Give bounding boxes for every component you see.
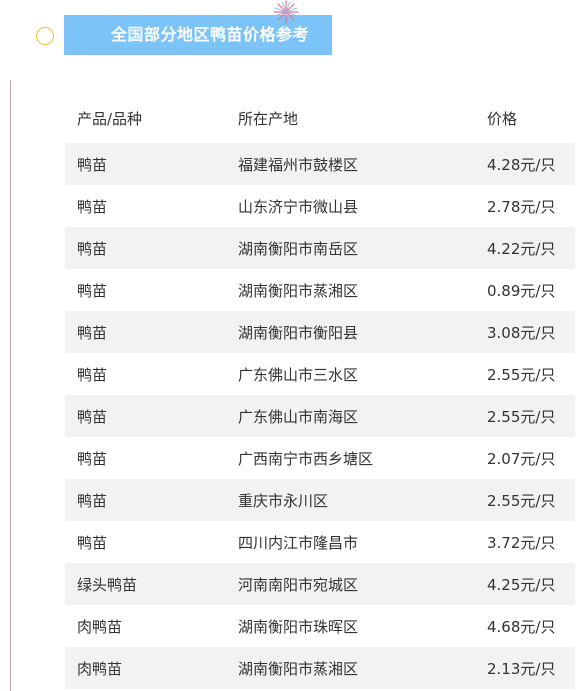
header: 全国部分地区鸭苗价格参考 bbox=[0, 0, 576, 70]
product-cell: 鸭苗 bbox=[77, 365, 108, 384]
price-cell: 2.13元/只 bbox=[487, 659, 556, 678]
table-row: 鸭苗 广西南宁市西乡塘区 2.07元/只 bbox=[65, 437, 575, 479]
product-cell: 鸭苗 bbox=[77, 281, 108, 300]
side-divider-line bbox=[10, 80, 11, 691]
table-header-row: 产品/品种 所在产地 价格 bbox=[65, 97, 575, 139]
origin-cell: 湖南衡阳市蒸湘区 bbox=[238, 281, 359, 300]
price-cell: 2.55元/只 bbox=[487, 407, 556, 426]
origin-cell: 湖南衡阳市珠晖区 bbox=[238, 617, 359, 636]
product-cell: 肉鸭苗 bbox=[77, 659, 123, 678]
page-title: 全国部分地区鸭苗价格参考 bbox=[111, 25, 310, 44]
origin-cell: 河南南阳市宛城区 bbox=[238, 575, 359, 594]
circle-decoration-icon bbox=[36, 27, 54, 45]
product-cell: 鸭苗 bbox=[77, 407, 108, 426]
origin-cell: 湖南衡阳市南岳区 bbox=[238, 239, 359, 258]
origin-cell: 湖南衡阳市蒸湘区 bbox=[238, 659, 359, 678]
header-origin: 所在产地 bbox=[238, 109, 299, 128]
origin-cell: 湖南衡阳市衡阳县 bbox=[238, 323, 359, 342]
table-row: 鸭苗 重庆市永川区 2.55元/只 bbox=[65, 479, 575, 521]
price-cell: 2.78元/只 bbox=[487, 197, 556, 216]
table-row: 鸭苗 广东佛山市三水区 2.55元/只 bbox=[65, 353, 575, 395]
price-cell: 3.08元/只 bbox=[487, 323, 556, 342]
table-row: 鸭苗 湖南衡阳市蒸湘区 0.89元/只 bbox=[65, 269, 575, 311]
price-cell: 4.28元/只 bbox=[487, 155, 556, 174]
product-cell: 鸭苗 bbox=[77, 239, 108, 258]
product-cell: 绿头鸭苗 bbox=[77, 575, 138, 594]
product-cell: 鸭苗 bbox=[77, 155, 108, 174]
table-row: 鸭苗 福建福州市鼓楼区 4.28元/只 bbox=[65, 143, 575, 185]
product-cell: 肉鸭苗 bbox=[77, 617, 123, 636]
table-row: 绿头鸭苗 河南南阳市宛城区 4.25元/只 bbox=[65, 563, 575, 605]
product-cell: 鸭苗 bbox=[77, 323, 108, 342]
product-cell: 鸭苗 bbox=[77, 491, 108, 510]
origin-cell: 广东佛山市南海区 bbox=[238, 407, 359, 426]
table-row: 鸭苗 湖南衡阳市南岳区 4.22元/只 bbox=[65, 227, 575, 269]
price-cell: 3.72元/只 bbox=[487, 533, 556, 552]
table-row: 鸭苗 四川内江市隆昌市 3.72元/只 bbox=[65, 521, 575, 563]
header-price: 价格 bbox=[487, 109, 518, 128]
price-cell: 2.07元/只 bbox=[487, 449, 556, 468]
price-cell: 4.68元/只 bbox=[487, 617, 556, 636]
product-cell: 鸭苗 bbox=[77, 533, 108, 552]
origin-cell: 四川内江市隆昌市 bbox=[238, 533, 359, 552]
table-row: 肉鸭苗 湖南衡阳市蒸湘区 2.13元/只 bbox=[65, 647, 575, 689]
price-cell: 0.89元/只 bbox=[487, 281, 556, 300]
header-product: 产品/品种 bbox=[77, 109, 143, 128]
price-cell: 4.25元/只 bbox=[487, 575, 556, 594]
firework-icon bbox=[273, 0, 299, 24]
price-cell: 2.55元/只 bbox=[487, 365, 556, 384]
product-cell: 鸭苗 bbox=[77, 449, 108, 468]
product-cell: 鸭苗 bbox=[77, 197, 108, 216]
price-table: 产品/品种 所在产地 价格 鸭苗 福建福州市鼓楼区 4.28元/只 鸭苗 山东济宁市微山… bbox=[65, 97, 575, 689]
origin-cell: 重庆市永川区 bbox=[238, 491, 329, 510]
price-cell: 4.22元/只 bbox=[487, 239, 556, 258]
table-row: 鸭苗 山东济宁市微山县 2.78元/只 bbox=[65, 185, 575, 227]
origin-cell: 山东济宁市微山县 bbox=[238, 197, 359, 216]
table-row: 肉鸭苗 湖南衡阳市珠晖区 4.68元/只 bbox=[65, 605, 575, 647]
table-row: 鸭苗 广东佛山市南海区 2.55元/只 bbox=[65, 395, 575, 437]
origin-cell: 福建福州市鼓楼区 bbox=[238, 155, 359, 174]
origin-cell: 广西南宁市西乡塘区 bbox=[238, 449, 374, 468]
origin-cell: 广东佛山市三水区 bbox=[238, 365, 359, 384]
table-body: 鸭苗 福建福州市鼓楼区 4.28元/只 鸭苗 山东济宁市微山县 2.78元/只 鸭苗 湖南衡阳… bbox=[65, 143, 575, 689]
table-row: 鸭苗 湖南衡阳市衡阳县 3.08元/只 bbox=[65, 311, 575, 353]
price-cell: 2.55元/只 bbox=[487, 491, 556, 510]
